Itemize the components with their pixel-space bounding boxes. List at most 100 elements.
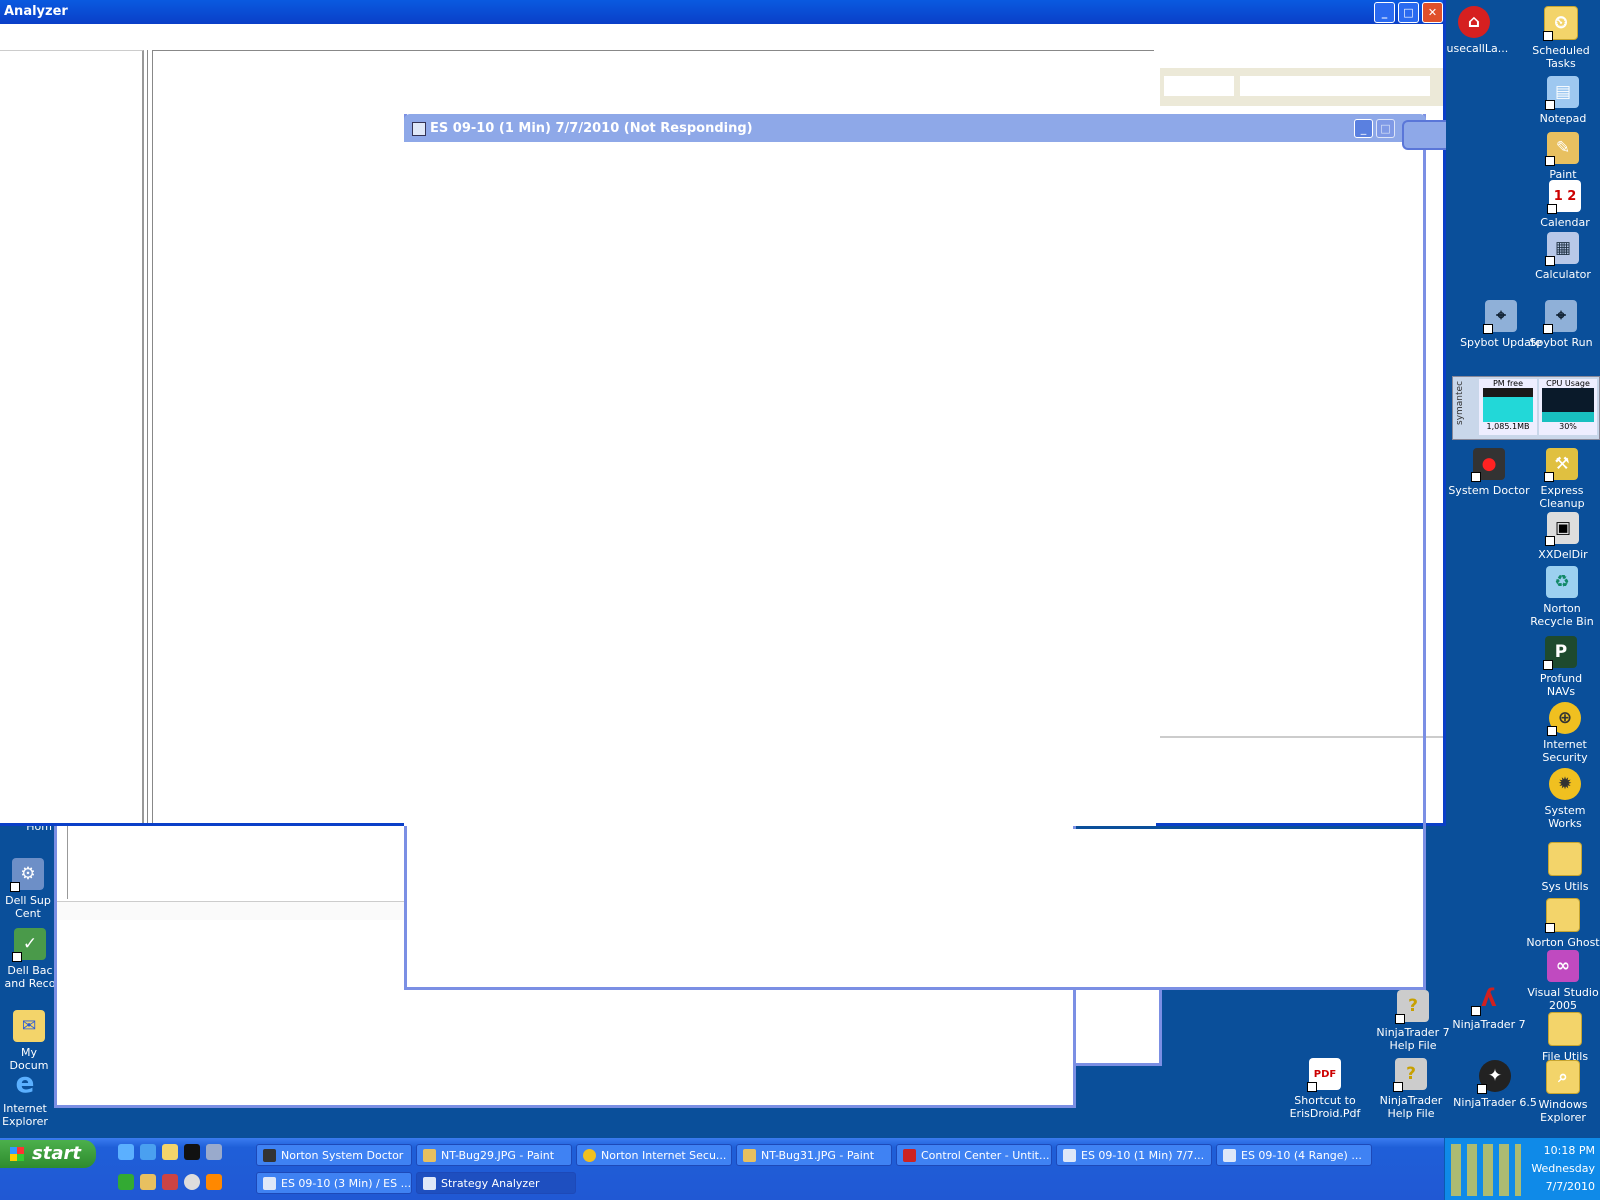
desktop-icon-label: Sys Utils [1541, 880, 1589, 893]
close-button[interactable]: ✕ [1422, 2, 1443, 23]
desktop-icon-label: Shortcut to ErisDroid.Pdf [1289, 1094, 1361, 1120]
ninja-icon [903, 1149, 916, 1162]
desktop-icon-label: NinjaTrader 7 [1452, 1018, 1526, 1031]
desktop-icon-label: Visual Studio 2005 [1527, 986, 1599, 1012]
pm-free-label: PM free [1492, 379, 1524, 388]
folder-search-icon: ⌕ [1546, 1060, 1580, 1094]
desktop-icon-spybot-run[interactable]: ⌖ Spybot Run [1522, 300, 1600, 349]
background-window-fragment [1076, 986, 1162, 1066]
recycle-bin-icon: ♻ [1546, 566, 1578, 598]
taskbar-button[interactable]: Norton Internet Secu... [576, 1144, 732, 1166]
desktop-icon-sys-utils[interactable]: Sys Utils [1530, 842, 1600, 893]
desktop-icon-label: Scheduled Tasks [1532, 44, 1590, 70]
desktop-icon-internet-security[interactable]: ⊕ Internet Security [1530, 702, 1600, 764]
traffic-light-icon [263, 1149, 276, 1162]
desktop-icon-windows-explorer[interactable]: ⌕ Windows Explorer [1526, 1060, 1600, 1124]
desktop-icon-label: Dell Sup Cent [5, 894, 51, 920]
desktop-icon-dell-backup[interactable]: ✓ Dell Bac and Reco [0, 928, 60, 990]
pm-free-value: 1,085.1MB [1486, 422, 1530, 431]
taskbar-button[interactable]: NT-Bug31.JPG - Paint [736, 1144, 892, 1166]
desktop-icon-file-utils[interactable]: File Utils [1530, 1012, 1600, 1063]
spybot-quicklaunch-icon[interactable] [118, 1174, 134, 1190]
taskbar-button[interactable]: Control Center - Untit... [896, 1144, 1052, 1166]
start-label: start [32, 1143, 81, 1164]
desktop-icon-label: ousecallLa... [1439, 42, 1509, 55]
ie-quicklaunch-icon[interactable] [140, 1144, 156, 1160]
desktop-icon-system-doctor[interactable]: ● System Doctor [1446, 448, 1532, 497]
paint-icon [743, 1149, 756, 1162]
chart-icon [263, 1177, 276, 1190]
maximize-button[interactable]: □ [1376, 119, 1395, 138]
tray-icons[interactable] [1451, 1144, 1521, 1196]
desktop-icon-my-documents[interactable]: ✉ My Docum [0, 1010, 58, 1072]
taskbar-button[interactable]: Norton System Doctor [256, 1144, 412, 1166]
desktop-icon-calculator[interactable]: ▦ Calculator [1528, 232, 1598, 281]
desktop-icon-internet-explorer[interactable]: e Internet Explorer [0, 1066, 50, 1128]
desktop-icon-norton-ghost[interactable]: Norton Ghost [1526, 898, 1600, 949]
backup-icon: ✓ [12, 928, 46, 962]
traffic-light-icon: ● [1471, 448, 1505, 482]
app-quicklaunch-icon[interactable] [162, 1174, 178, 1190]
right-pane-field[interactable] [1240, 76, 1430, 96]
strategy-analyzer-titlebar[interactable]: Analyzer _ □ ✕ [0, 0, 1443, 24]
desktop-icon-label: Windows Explorer [1538, 1098, 1588, 1124]
minimize-button[interactable]: _ [1374, 2, 1395, 23]
maximize-button[interactable]: □ [1398, 2, 1419, 23]
desktop-icon-ninjatrader-help[interactable]: ? NinjaTrader Help File [1368, 1058, 1454, 1120]
desktop-icon-label: Profund NAVs [1539, 672, 1583, 698]
desktop-icon-label: NinjaTrader 6.5 [1453, 1096, 1537, 1109]
desktop-icon-visual-studio[interactable]: ∞ Visual Studio 2005 [1526, 950, 1600, 1012]
start-button[interactable]: start [0, 1140, 96, 1168]
symantec-brand: symantec [1455, 380, 1465, 425]
desktop-icon-profund-navs[interactable]: P Profund NAVs [1524, 636, 1598, 698]
desktop-icon-label: Calendar [1540, 216, 1590, 229]
help-icon: ? [1395, 990, 1429, 1024]
desktop-icon-dell-support[interactable]: ⚙ Dell Sup Cent [0, 858, 56, 920]
taskbar-button-active[interactable]: Strategy Analyzer [416, 1172, 576, 1194]
desktop-icon-label: Internet Security [1542, 738, 1588, 764]
housecall-icon: ⌂ [1458, 6, 1490, 38]
clock-time[interactable]: 10:18 PM [1529, 1144, 1595, 1157]
folder-quicklaunch-icon[interactable] [162, 1144, 178, 1160]
right-pane-field[interactable] [1164, 76, 1234, 96]
right-pane-header [1160, 68, 1443, 106]
chart-window-titlebar[interactable]: ES 09-10 (1 Min) 7/7/2010 (Not Respondin… [404, 114, 1426, 142]
desktop-icon-paint[interactable]: ✎ Paint [1528, 132, 1598, 181]
ie-quicklaunch-icon[interactable] [118, 1144, 134, 1160]
taskbar-button[interactable]: ES 09-10 (4 Range) ... [1216, 1144, 1372, 1166]
cpu-usage-graph [1542, 388, 1594, 422]
taskbar-button[interactable]: ES 09-10 (1 Min) 7/7... [1056, 1144, 1212, 1166]
desktop-icon-scheduled-tasks[interactable]: ⏲ Scheduled Tasks [1522, 6, 1600, 70]
broom-icon: ⚒ [1544, 448, 1578, 482]
desktop-icon-system-works[interactable]: ✹ System Works [1530, 768, 1600, 830]
p-icon: P [1543, 636, 1577, 670]
desktop-icon-express-cleanup[interactable]: ⚒ Express Cleanup [1526, 448, 1598, 510]
paint-quicklaunch-icon[interactable] [140, 1174, 156, 1190]
pm-free-panel: PM free 1,085.1MB [1479, 379, 1537, 435]
desktop-icon-norton-recycle-bin[interactable]: ♻ Norton Recycle Bin [1526, 566, 1598, 628]
desktop-icon-label: Dell Bac and Reco [4, 964, 56, 990]
desktop-icon-label: NinjaTrader 7 Help File [1376, 1026, 1450, 1052]
minimize-button[interactable]: _ [1354, 119, 1373, 138]
spybot-icon: ⌖ [1483, 300, 1517, 334]
desktop-icon-ninjatrader-7[interactable]: ʎ NinjaTrader 7 [1446, 982, 1532, 1032]
desktop-icon-calendar[interactable]: 1 2 Calendar [1530, 180, 1600, 229]
vlc-quicklaunch-icon[interactable] [206, 1174, 222, 1190]
visual-studio-icon: ∞ [1547, 950, 1579, 982]
desktop-icon-label: Spybot Run [1529, 336, 1593, 349]
dell-icon: ⚙ [10, 858, 44, 892]
taskbar-button[interactable]: NT-Bug29.JPG - Paint [416, 1144, 572, 1166]
calculator-icon: ▦ [1545, 232, 1579, 266]
media-quicklaunch-icon[interactable] [184, 1174, 200, 1190]
desktop-icon-xxdeldir[interactable]: ▣ XXDelDir [1528, 512, 1598, 561]
desktop-icon-erisdroid-pdf[interactable]: PDF Shortcut to ErisDroid.Pdf [1282, 1058, 1368, 1120]
folder-icon [1548, 1012, 1582, 1046]
cmd-quicklaunch-icon[interactable] [184, 1144, 200, 1160]
folder-clock-icon: ⏲ [1543, 6, 1578, 41]
desktop-icon-notepad[interactable]: ▤ Notepad [1528, 76, 1598, 125]
folder-icon [1548, 842, 1582, 876]
desktop-icon-ninjatrader-7-help[interactable]: ? NinjaTrader 7 Help File [1370, 990, 1456, 1052]
ghost-icon [1545, 898, 1580, 933]
network-quicklaunch-icon[interactable] [206, 1144, 222, 1160]
taskbar-button[interactable]: ES 09-10 (3 Min) / ES ... [256, 1172, 412, 1194]
